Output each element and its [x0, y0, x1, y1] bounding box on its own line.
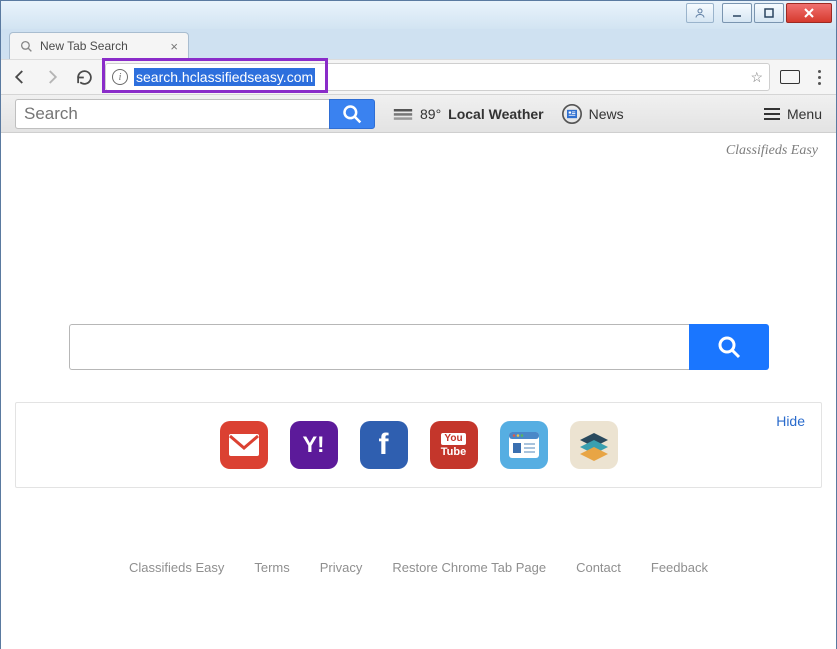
tile-facebook[interactable]: f [360, 421, 408, 469]
info-icon[interactable]: i [112, 69, 128, 85]
browser-toolbar: i search.hclassifiedseasy.com ☆ [1, 59, 836, 95]
youtube-icon-top: You [441, 433, 465, 445]
yahoo-icon: Y! [303, 432, 325, 458]
tile-news[interactable] [500, 421, 548, 469]
facebook-icon: f [379, 428, 389, 462]
close-tab-icon[interactable]: × [170, 39, 178, 54]
footer-brand[interactable]: Classifieds Easy [129, 560, 224, 575]
main-search-input[interactable] [69, 324, 689, 370]
minimize-button[interactable] [722, 3, 752, 23]
news-label: News [589, 106, 624, 122]
gmail-icon [229, 434, 259, 456]
forward-button [41, 66, 63, 88]
footer-privacy[interactable]: Privacy [320, 560, 363, 575]
tile-yahoo[interactable]: Y! [290, 421, 338, 469]
footer-links: Classifieds Easy Terms Privacy Restore C… [1, 548, 836, 591]
tab-title: New Tab Search [40, 39, 128, 53]
shortcuts-panel: Hide Y! f You Tube [15, 402, 822, 488]
weather-widget[interactable]: 89° Local Weather [393, 106, 544, 122]
close-button[interactable] [786, 3, 832, 23]
weather-temp: 89° [420, 106, 441, 122]
extension-topbar: 89° Local Weather News Menu [1, 95, 836, 133]
page-content: 89° Local Weather News Menu Classifieds … [1, 95, 836, 649]
weather-icon [393, 107, 413, 121]
tile-classifieds[interactable] [570, 421, 618, 469]
address-text: search.hclassifiedseasy.com [134, 68, 315, 86]
main-search-button[interactable] [689, 324, 769, 370]
brand-label: Classifieds Easy [1, 133, 836, 159]
browser-menu-button[interactable] [810, 70, 828, 85]
back-button[interactable] [9, 66, 31, 88]
stack-icon [578, 429, 610, 461]
tile-youtube[interactable]: You Tube [430, 421, 478, 469]
menu-label: Menu [787, 106, 822, 122]
footer-contact[interactable]: Contact [576, 560, 621, 575]
weather-label: Local Weather [448, 106, 543, 122]
news-icon [562, 104, 582, 124]
profile-icon[interactable] [686, 3, 714, 23]
browser-window-icon [509, 432, 539, 458]
shortcut-tiles: Y! f You Tube [28, 421, 809, 469]
hide-link[interactable]: Hide [776, 413, 805, 429]
main-search [69, 324, 769, 370]
news-widget[interactable]: News [562, 104, 624, 124]
tab-strip: New Tab Search × [1, 29, 836, 59]
tile-gmail[interactable] [220, 421, 268, 469]
menu-button[interactable]: Menu [764, 106, 822, 122]
browser-tab[interactable]: New Tab Search × [9, 32, 189, 59]
cast-icon[interactable] [780, 70, 800, 84]
hamburger-icon [764, 108, 780, 120]
address-bar[interactable]: i search.hclassifiedseasy.com ☆ [105, 63, 770, 91]
topbar-search-input[interactable] [15, 99, 329, 129]
topbar-search-button[interactable] [329, 99, 375, 129]
footer-feedback[interactable]: Feedback [651, 560, 708, 575]
footer-terms[interactable]: Terms [254, 560, 289, 575]
bookmark-star-icon[interactable]: ☆ [750, 69, 763, 86]
footer-restore[interactable]: Restore Chrome Tab Page [392, 560, 546, 575]
window-titlebar [1, 1, 836, 29]
topbar-search [15, 99, 375, 129]
youtube-icon-bot: Tube [441, 447, 466, 458]
maximize-button[interactable] [754, 3, 784, 23]
search-icon [20, 40, 33, 53]
reload-button[interactable] [73, 66, 95, 88]
